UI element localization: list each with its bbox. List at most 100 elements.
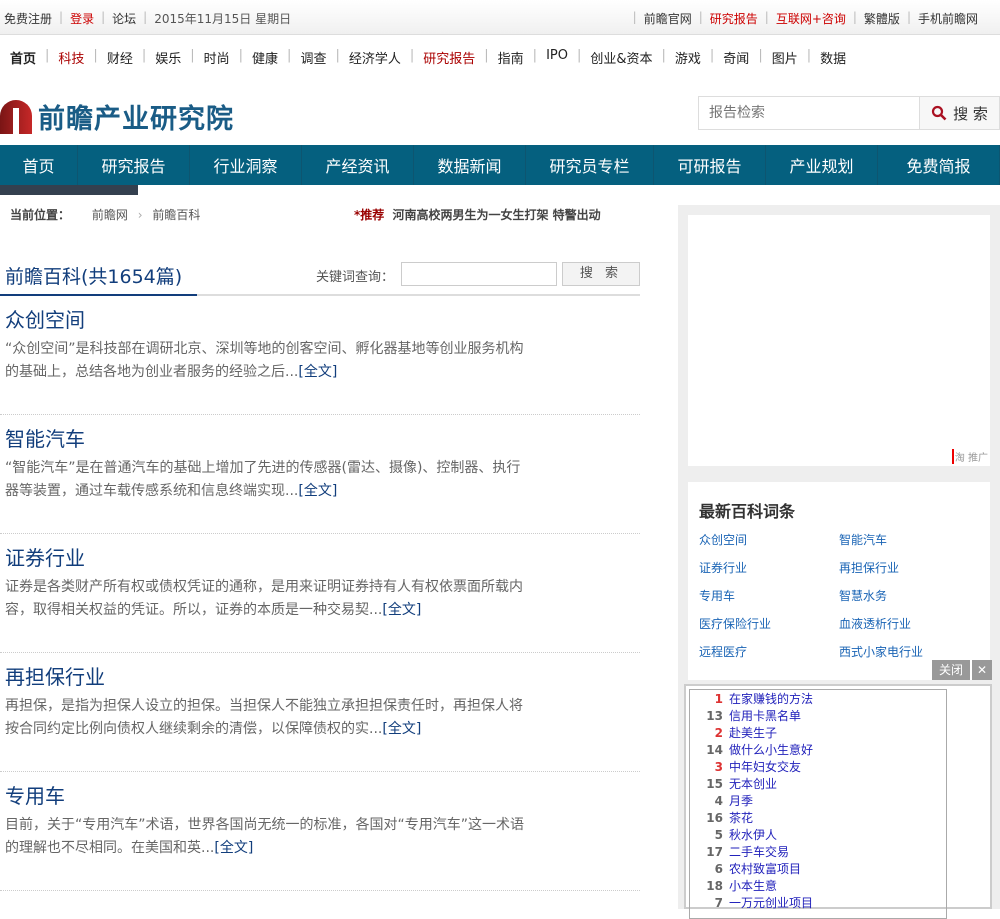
read-more-link[interactable]: [全文] — [298, 483, 337, 499]
nav-item[interactable]: 数据新闻 — [414, 145, 526, 185]
ad-close-button[interactable]: 关闭 — [932, 660, 970, 680]
item-title[interactable]: 众创空间 — [5, 304, 85, 333]
forum-link[interactable]: 论坛 — [112, 10, 136, 27]
ad-list-item: 16 茶花 — [690, 809, 946, 826]
list-item: 专用车目前，关于“专用汽车”术语，世界各国尚无统一的标准，各国对“专用汽车”这一… — [0, 772, 640, 891]
read-more-link[interactable]: [全文] — [298, 364, 337, 380]
channel-link[interactable]: 图片 — [772, 48, 798, 67]
divider: | — [287, 48, 292, 63]
report-search-input[interactable] — [699, 97, 919, 129]
item-title[interactable]: 专用车 — [5, 780, 65, 809]
search-button-label: 搜 索 — [953, 104, 988, 123]
divider: | — [806, 48, 812, 63]
nav-item[interactable]: 可研报告 — [654, 145, 766, 185]
latest-entry-link[interactable]: 智慧水务 — [839, 588, 979, 604]
latest-entry-link[interactable]: 血液透析行业 — [839, 616, 979, 632]
latest-entry-link[interactable]: 再担保行业 — [839, 560, 979, 576]
top-link[interactable]: 前瞻官网 — [644, 10, 692, 27]
item-title[interactable]: 智能汽车 — [5, 423, 85, 452]
channel-link[interactable]: 研究报告 — [423, 48, 475, 67]
channel-link[interactable]: 游戏 — [675, 48, 701, 67]
ad-keyword-link[interactable]: 二手车交易 — [729, 843, 789, 860]
top-link[interactable]: 繁體版 — [864, 10, 900, 27]
ad-keyword-link[interactable]: 月季 — [729, 792, 753, 809]
top-link[interactable]: 互联网+咨询 — [776, 10, 846, 27]
latest-entry-link[interactable]: 众创空间 — [699, 532, 839, 548]
breadcrumb-current[interactable]: 前瞻百科 — [152, 208, 200, 222]
login-link[interactable]: 登录 — [70, 10, 94, 27]
channel-link[interactable]: 创业&资本 — [590, 48, 652, 67]
latest-title: 最新百科词条 — [699, 502, 796, 521]
keyword-input[interactable] — [401, 262, 557, 286]
channel-link[interactable]: 指南 — [498, 48, 524, 67]
divider: | — [576, 48, 582, 63]
latest-entry-link[interactable]: 医疗保险行业 — [699, 616, 839, 632]
item-summary: 目前，关于“专用汽车”术语，世界各国尚无统一的标准，各国对“专用汽车”这一术语的… — [5, 814, 525, 860]
channel-link[interactable]: 娱乐 — [155, 48, 181, 67]
report-search-button[interactable]: 搜 索 — [919, 97, 999, 129]
ad-keyword-link[interactable]: 农村致富项目 — [729, 860, 801, 877]
divider: | — [661, 48, 666, 63]
nav-item[interactable]: 研究员专栏 — [526, 145, 654, 185]
channel-link[interactable]: 奇闻 — [723, 48, 749, 67]
nav-item[interactable]: 免费简报 — [878, 145, 1000, 185]
top-link[interactable]: 手机前瞻网 — [918, 10, 978, 27]
register-link[interactable]: 免费注册 — [4, 10, 52, 27]
channel-link[interactable]: IPO — [546, 48, 568, 67]
item-title[interactable]: 证券行业 — [5, 542, 85, 571]
keyword-search-button[interactable]: 搜 索 — [562, 262, 640, 286]
ad-keyword-link[interactable]: 在家赚钱的方法 — [729, 690, 813, 707]
read-more-link[interactable]: [全文] — [382, 721, 421, 737]
divider: | — [45, 48, 50, 63]
nav-item[interactable]: 产业规划 — [766, 145, 878, 185]
ad-keyword-link[interactable]: 无本创业 — [729, 775, 777, 792]
ad-keyword-link[interactable]: 信用卡黑名单 — [729, 707, 801, 724]
read-more-link[interactable]: [全文] — [214, 840, 253, 856]
logo-text: 前瞻产业研究院 — [38, 104, 234, 135]
latest-entry-link[interactable]: 智能汽车 — [839, 532, 979, 548]
nav-item[interactable]: 研究报告 — [78, 145, 190, 185]
item-title[interactable]: 再担保行业 — [5, 661, 105, 690]
channel-link[interactable]: 数据 — [820, 48, 846, 67]
item-summary: “智能汽车”是在普通汽车的基础上增加了先进的传感器(雷达、摄像)、控制器、执行器… — [5, 457, 525, 503]
top-link[interactable]: 研究报告 — [710, 10, 758, 27]
rank-number: 3 — [714, 759, 723, 774]
nav-item[interactable]: 产经资讯 — [302, 145, 414, 185]
ad-keyword-link[interactable]: 茶花 — [729, 809, 753, 826]
list-item: 证券行业 证券是各类财产所有权或债权凭证的通称，是用来证明证券持有人有权依票面所载… — [0, 534, 640, 653]
channel-link[interactable]: 科技 — [58, 48, 84, 67]
ad-keyword-link[interactable]: 做什么小生意好 — [729, 741, 813, 758]
channel-link[interactable]: 财经 — [107, 48, 133, 67]
ad-keyword-link[interactable]: 赴美生子 — [729, 724, 777, 741]
channel-link[interactable]: 调查 — [300, 48, 326, 67]
ad-keyword-link[interactable]: 小本生意 — [729, 877, 777, 894]
ad-list-item: 7 一万元创业项目 — [690, 894, 946, 911]
latest-entry-link[interactable]: 西式小家电行业 — [839, 644, 979, 660]
ad-box[interactable]: 淘 推广 — [688, 215, 990, 466]
close-icon[interactable]: ✕ — [972, 660, 992, 680]
nav-item[interactable]: 行业洞察 — [190, 145, 302, 185]
rank-number: 1 — [714, 691, 723, 706]
list-header: 前瞻百科(共1654篇) 关键词查询： 搜 索 — [0, 262, 640, 296]
channel-link[interactable]: 经济学人 — [349, 48, 401, 67]
breadcrumb-home[interactable]: 前瞻网 — [92, 208, 128, 222]
rank-number: 13 — [706, 708, 723, 723]
recommend-link[interactable]: 河南高校两男生为一女生打架 特警出动 — [392, 208, 600, 222]
divider: | — [484, 48, 489, 63]
rank-number: 2 — [714, 725, 723, 740]
read-more-link[interactable]: [全文] — [382, 602, 421, 618]
ad-keyword-link[interactable]: 一万元创业项目 — [729, 894, 813, 911]
channel-link[interactable]: 首页 — [10, 48, 36, 67]
channel-link[interactable]: 健康 — [252, 48, 278, 67]
latest-entry-link[interactable]: 远程医疗 — [699, 644, 839, 660]
summary-text: 再担保，是指为担保人设立的担保。当担保人不能独立承担担保责任时，再担保人将按合同… — [5, 698, 523, 737]
logo[interactable]: 前瞻产业研究院 — [0, 97, 234, 136]
channel-link[interactable]: 时尚 — [204, 48, 230, 67]
latest-entry-link[interactable]: 专用车 — [699, 588, 839, 604]
date-text: 2015年11月15日 星期日 — [154, 12, 292, 26]
ad-list-item: 6 农村致富项目 — [690, 860, 946, 877]
ad-keyword-link[interactable]: 中年妇女交友 — [729, 758, 801, 775]
ad-keyword-link[interactable]: 秋水伊人 — [729, 826, 777, 843]
nav-item[interactable]: 首页 — [0, 145, 78, 185]
latest-entry-link[interactable]: 证券行业 — [699, 560, 839, 576]
